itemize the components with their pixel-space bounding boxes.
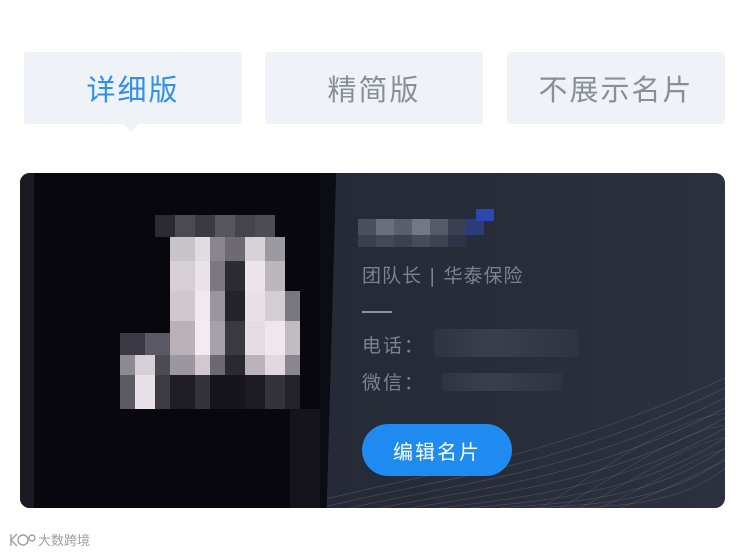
tab-hide-card[interactable]: 不展示名片	[507, 52, 725, 124]
tab-hide-card-label: 不展示名片	[538, 73, 694, 107]
divider	[362, 311, 392, 313]
wechat-value-blurred	[442, 373, 562, 391]
tab-detailed-label: 详细版	[86, 73, 180, 107]
tab-simple[interactable]: 精简版	[265, 52, 483, 124]
watermark: 大数跨境	[8, 530, 118, 550]
phone-value-blurred	[434, 329, 578, 357]
profile-photo	[20, 173, 336, 508]
job-title-company: 团队长 | 华泰保险	[362, 265, 524, 287]
business-card-preview: 团队长 | 华泰保险 电话： 微信： 编辑名片	[20, 173, 725, 508]
wechat-label: 微信：	[362, 372, 426, 394]
edit-card-button-label: 编辑名片	[393, 439, 481, 464]
edit-card-button[interactable]: 编辑名片	[362, 424, 512, 476]
name-placeholder-blur	[358, 209, 494, 247]
watermark-logo-icon: 大数跨境	[10, 533, 90, 549]
active-tab-pointer	[123, 124, 139, 131]
tab-simple-label: 精简版	[327, 73, 421, 107]
tab-detailed[interactable]: 详细版	[24, 52, 242, 124]
watermark-text: 大数跨境	[38, 534, 90, 549]
phone-label: 电话：	[362, 335, 426, 357]
